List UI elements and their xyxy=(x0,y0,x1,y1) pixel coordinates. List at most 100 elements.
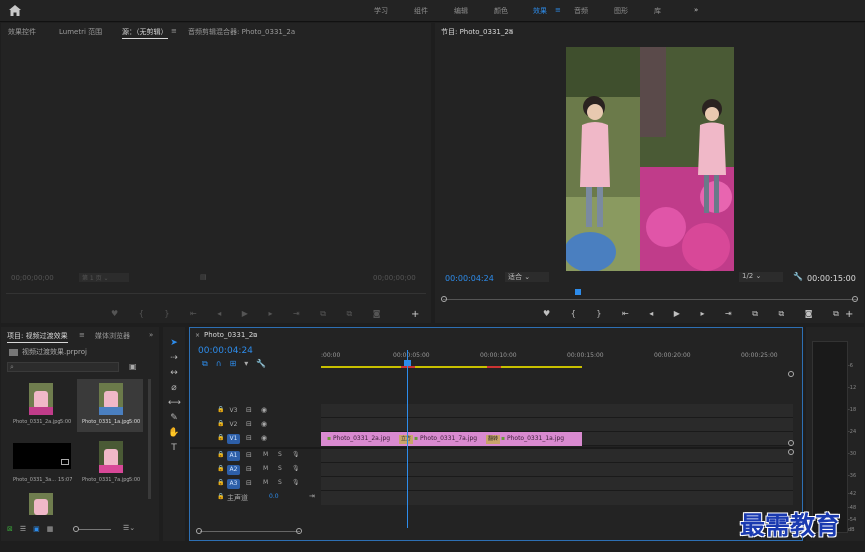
master-volume[interactable]: 0.0 xyxy=(269,493,279,500)
workspace-tab-editing[interactable]: 编辑 xyxy=(454,6,468,16)
zoom-slider-handle[interactable] xyxy=(73,526,79,532)
program-menu-icon[interactable]: ≡ xyxy=(508,27,514,35)
sync-lock-icon[interactable]: ⊟ xyxy=(246,434,252,442)
project-item[interactable] xyxy=(9,493,74,519)
quality-select[interactable]: 1/2 ⌄ xyxy=(739,272,783,282)
sync-lock-icon[interactable]: ⊟ xyxy=(246,420,252,428)
sync-lock-icon[interactable]: ⊟ xyxy=(246,465,252,473)
tab-source[interactable]: 源：（无剪辑） xyxy=(122,27,168,39)
home-icon[interactable] xyxy=(9,5,21,16)
work-area-bar[interactable] xyxy=(321,366,582,368)
marker-icon[interactable]: ▾ xyxy=(244,359,256,368)
sequence-menu-icon[interactable]: ≡ xyxy=(252,331,258,339)
project-item[interactable]: Photo_0331_2a.jpg 5:00 xyxy=(9,379,74,431)
project-item[interactable]: Photo_0331_7a.jpg 5:00 xyxy=(77,437,143,489)
zoom-slider[interactable] xyxy=(75,529,111,530)
track-label-v3[interactable]: V3 xyxy=(227,406,240,416)
program-add-icon[interactable]: + xyxy=(845,309,853,320)
timeline-playhead[interactable] xyxy=(404,350,412,528)
workspace-tab-libraries[interactable]: 库 xyxy=(654,6,661,16)
eye-icon[interactable]: ◉ xyxy=(261,406,267,414)
fit-select[interactable]: 适合 ⌄ xyxy=(505,272,549,282)
time-ruler[interactable]: :00:00 00:00:05:00 00:00:10:00 00:00:15:… xyxy=(321,350,793,368)
project-search-input[interactable]: ⌕ xyxy=(7,362,119,372)
project-scrollbar[interactable] xyxy=(148,379,151,499)
transition[interactable]: 翻转 xyxy=(486,435,501,444)
vertical-scroll-handle[interactable] xyxy=(788,371,794,377)
track-label-v2[interactable]: V2 xyxy=(227,420,240,430)
track-lane[interactable] xyxy=(321,449,793,463)
go-to-end-icon[interactable]: ⇥ xyxy=(309,492,315,500)
selection-tool-icon[interactable]: ➤ xyxy=(168,337,180,349)
new-bin-icon[interactable]: ▣ xyxy=(129,362,137,371)
solo-button[interactable]: S xyxy=(278,479,282,486)
timeline-clip[interactable]: ▪ Photo_0331_1a.jpg xyxy=(495,432,582,446)
sync-lock-icon[interactable]: ⊟ xyxy=(246,406,252,414)
track-lane[interactable] xyxy=(321,404,793,418)
panel-menu-icon[interactable]: ≡ xyxy=(171,27,177,35)
program-timecode[interactable]: 00:00:04:24 xyxy=(445,274,494,283)
source-settings-icon[interactable]: ▤ xyxy=(200,273,207,281)
sync-lock-icon[interactable]: ⊟ xyxy=(246,451,252,459)
program-scrubber[interactable] xyxy=(443,299,857,300)
workspace-tab-audio[interactable]: 音频 xyxy=(574,6,588,16)
workspace-tab-assembly[interactable]: 组件 xyxy=(414,6,428,16)
more-workspaces-icon[interactable]: » xyxy=(694,6,698,14)
tab-lumetri-scopes[interactable]: Lumetri 范围 xyxy=(59,27,102,37)
vertical-scroll-handle[interactable] xyxy=(788,440,794,446)
source-page-select[interactable]: 第 1 页 ⌄ xyxy=(79,273,129,282)
vertical-scroll-handle[interactable] xyxy=(788,449,794,455)
microphone-icon[interactable]: 🎙 xyxy=(292,451,300,458)
track-label-a1[interactable]: A1 xyxy=(227,451,240,461)
scroll-handle-right[interactable] xyxy=(296,528,302,534)
track-lane[interactable] xyxy=(321,477,793,491)
mute-button[interactable]: M xyxy=(263,465,268,472)
eye-icon[interactable]: ◉ xyxy=(261,434,267,442)
timeline-clip[interactable]: ▪ Photo_0331_2a.jpg xyxy=(321,432,408,446)
ripple-edit-tool-icon[interactable]: ↔ xyxy=(168,367,180,379)
tab-media-browser[interactable]: 媒体浏览器 xyxy=(95,331,130,341)
timeline-clip[interactable]: ▪ Photo_0331_7a.jpg xyxy=(408,432,495,446)
program-playhead[interactable] xyxy=(575,289,581,295)
hand-tool-icon[interactable]: ✋ xyxy=(168,427,180,439)
linked-selection-icon[interactable]: ⊞ xyxy=(230,359,245,368)
lock-icon[interactable]: 🔒 xyxy=(217,479,224,486)
track-lane[interactable]: ▪ Photo_0331_2a.jpg ▪ Photo_0331_7a.jpg … xyxy=(321,432,793,446)
sequence-tab[interactable]: Photo_0331_2a xyxy=(204,331,258,340)
freeform-view-icon[interactable]: ▦ xyxy=(47,525,61,533)
icon-view-icon[interactable]: ▣ xyxy=(33,525,47,533)
lock-icon[interactable]: 🔒 xyxy=(217,465,224,472)
track-lane[interactable] xyxy=(321,463,793,477)
pen-tool-icon[interactable]: ✎ xyxy=(168,412,180,424)
project-menu-icon[interactable]: ≡ xyxy=(79,331,85,339)
lock-icon[interactable]: 🔒 xyxy=(217,493,224,500)
track-lane[interactable] xyxy=(321,418,793,432)
track-label-a2[interactable]: A2 xyxy=(227,465,240,475)
close-sequence-icon[interactable]: × xyxy=(195,332,200,339)
workspace-tab-effects[interactable]: 效果 xyxy=(533,6,547,16)
project-item[interactable]: Photo_0331_3a... 15:07 xyxy=(9,437,74,489)
sort-icon[interactable]: ☰⌄ xyxy=(123,524,135,532)
solo-button[interactable]: S xyxy=(278,451,282,458)
scroll-handle-left[interactable] xyxy=(196,528,202,534)
lock-icon[interactable]: 🔒 xyxy=(217,451,224,458)
lock-icon[interactable]: 🔒 xyxy=(217,434,224,441)
workspace-tab-graphics[interactable]: 图形 xyxy=(614,6,628,16)
snap-icon[interactable]: ∩ xyxy=(216,359,230,368)
slip-tool-icon[interactable]: ⟷ xyxy=(168,397,181,409)
lock-icon[interactable]: 🔒 xyxy=(217,420,224,427)
tab-audio-clip-mixer[interactable]: 音频剪辑混合器: Photo_0331_2a xyxy=(188,27,295,37)
track-select-tool-icon[interactable]: ⇢ xyxy=(168,352,180,364)
eye-icon[interactable]: ◉ xyxy=(261,420,267,428)
type-tool-icon[interactable]: T xyxy=(168,442,180,454)
wrench-icon[interactable]: 🔧 xyxy=(793,272,803,281)
program-scrubber-start[interactable] xyxy=(441,296,447,302)
workspace-tab-color[interactable]: 颜色 xyxy=(494,6,508,16)
lock-icon[interactable]: ⊠ xyxy=(7,525,20,533)
project-item-selected[interactable]: Photo_0331_1a.jpg 5:00 xyxy=(77,379,143,432)
solo-button[interactable]: S xyxy=(278,465,282,472)
track-label-v1[interactable]: V1 xyxy=(227,434,240,444)
workspace-tab-learn[interactable]: 学习 xyxy=(374,6,388,16)
program-scrubber-end[interactable] xyxy=(852,296,858,302)
track-lane[interactable] xyxy=(321,491,793,505)
